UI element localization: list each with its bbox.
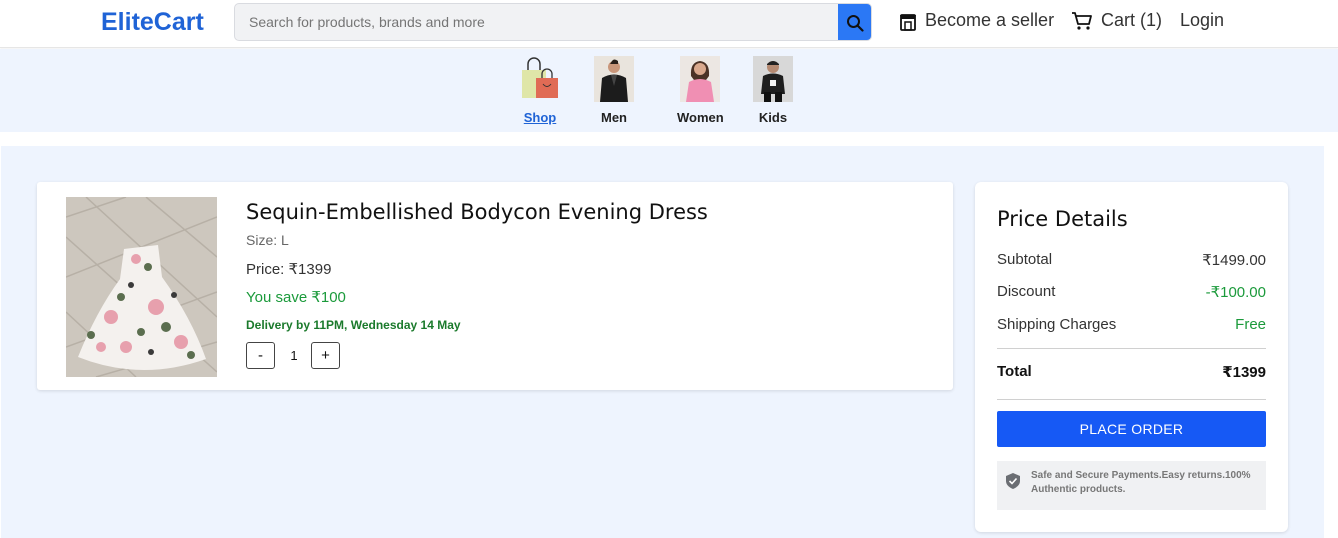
discount-value: -₹100.00: [1205, 284, 1266, 301]
search-icon: [846, 14, 864, 32]
quantity-value: 1: [290, 348, 298, 363]
category-label: Shop: [523, 110, 557, 125]
category-strip: Shop Men Women Kids: [0, 49, 1338, 132]
category-kids[interactable]: Kids: [753, 56, 793, 125]
women-thumbnail: [680, 56, 721, 102]
become-seller-link[interactable]: Become a seller: [899, 10, 1054, 31]
cart-item-card: Sequin-Embellished Bodycon Evening Dress…: [37, 182, 953, 390]
subtotal-row: Subtotal ₹1499.00: [997, 251, 1266, 269]
delivery-estimate: Delivery by 11PM, Wednesday 14 May: [246, 318, 461, 332]
kids-thumbnail: [753, 56, 793, 102]
product-size: Size: L: [246, 232, 289, 248]
search-button[interactable]: [838, 4, 871, 40]
shipping-row: Shipping Charges Free: [997, 316, 1266, 333]
secure-payment-note: Safe and Secure Payments.Easy returns.10…: [997, 461, 1266, 510]
discount-row: Discount -₹100.00: [997, 283, 1266, 301]
product-image[interactable]: [66, 197, 217, 377]
top-header: EliteCart Become a seller Cart (1) Login: [0, 0, 1338, 48]
site-logo[interactable]: EliteCart: [101, 8, 204, 37]
cart-icon: [1072, 11, 1092, 30]
category-men[interactable]: Men: [594, 56, 634, 125]
total-value: ₹1399: [1222, 364, 1266, 381]
cart-page: Sequin-Embellished Bodycon Evening Dress…: [1, 146, 1324, 538]
divider: [997, 399, 1266, 400]
total-row: Total ₹1399: [997, 363, 1266, 381]
decrease-quantity-button[interactable]: -: [246, 342, 275, 369]
category-shop[interactable]: Shop: [520, 56, 560, 125]
become-seller-label: Become a seller: [925, 10, 1055, 30]
login-link[interactable]: Login: [1180, 10, 1224, 31]
shopping-bags-icon: [522, 57, 558, 98]
product-savings: You save ₹100: [246, 289, 346, 306]
increase-quantity-button[interactable]: +: [311, 342, 340, 369]
login-label: Login: [1180, 10, 1225, 30]
cart-label: Cart (1): [1101, 10, 1163, 30]
place-order-button[interactable]: PLACE ORDER: [997, 411, 1266, 447]
category-label: Men: [601, 110, 627, 125]
men-thumbnail: [594, 56, 634, 102]
total-label: Total: [997, 363, 1032, 380]
secure-payment-text: Safe and Secure Payments.Easy returns.10…: [1031, 470, 1251, 495]
search-bar: [234, 3, 872, 41]
divider: [997, 348, 1266, 349]
shipping-label: Shipping Charges: [997, 316, 1117, 333]
product-title[interactable]: Sequin-Embellished Bodycon Evening Dress: [246, 200, 708, 224]
search-input[interactable]: [235, 4, 839, 40]
store-icon: [900, 13, 916, 31]
subtotal-value: ₹1499.00: [1202, 252, 1266, 269]
shield-check-icon: [1006, 473, 1020, 489]
category-women[interactable]: Women: [677, 56, 724, 125]
shipping-value: Free: [1235, 316, 1266, 333]
category-label: Women: [677, 110, 724, 125]
subtotal-label: Subtotal: [997, 251, 1053, 268]
product-price: Price: ₹1399: [246, 261, 332, 278]
cart-link[interactable]: Cart (1): [1071, 10, 1162, 31]
category-label: Kids: [758, 110, 788, 125]
price-details-card: Price Details Subtotal ₹1499.00 Discount…: [975, 182, 1288, 532]
price-details-title: Price Details: [997, 207, 1128, 231]
dress-photo: [66, 197, 217, 377]
discount-label: Discount: [997, 283, 1056, 300]
